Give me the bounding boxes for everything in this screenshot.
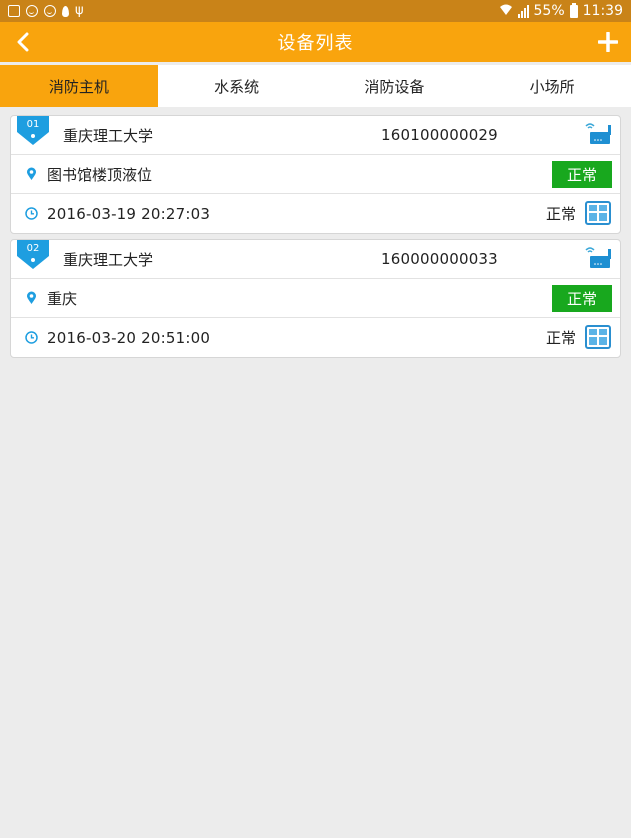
badge-number: 01 [26, 119, 40, 130]
device-header-row: 02 重庆理工大学 160000000033 [11, 240, 620, 279]
wireless-device-icon[interactable] [582, 122, 614, 148]
update-time: 2016-03-19 20:27:03 [47, 204, 211, 223]
state-text: 正常 [545, 205, 576, 223]
wifi-icon [499, 3, 513, 20]
badge-number: 02 [26, 243, 40, 254]
time-row: 2016-03-19 20:27:03 正常 [11, 194, 620, 233]
tab-fire-equipment[interactable]: 消防设备 [316, 65, 474, 107]
clock-icon [25, 331, 38, 344]
gallery-icon [8, 5, 20, 17]
control-panel-icon[interactable] [584, 324, 612, 350]
location-text: 图书馆楼顶液位 [47, 165, 153, 184]
unit-name: 重庆理工大学 [63, 126, 154, 145]
number-badge: 02 [15, 240, 51, 270]
update-time: 2016-03-20 20:51:00 [47, 328, 211, 347]
control-panel-icon[interactable] [584, 200, 612, 226]
battery-icon [569, 2, 578, 18]
face-icon [44, 5, 56, 17]
number-badge: 01 [15, 116, 51, 146]
page-title: 设备列表 [277, 33, 354, 54]
location-pin-icon [27, 167, 36, 180]
fire-icon [62, 5, 69, 17]
device-header-row: 01 重庆理工大学 160100000029 [11, 116, 620, 155]
location-pin-icon [27, 291, 36, 304]
face-icon [26, 5, 38, 17]
add-device-button[interactable] [595, 22, 621, 62]
device-card[interactable]: 01 重庆理工大学 160100000029 图书馆楼顶液位 正常 2016-0… [10, 115, 621, 234]
tab-small-venue[interactable]: 小场所 [473, 65, 631, 107]
system-indicators: 55% 11:39 [499, 2, 623, 20]
battery-percent: 55% [533, 3, 565, 19]
usb-icon: ψ [75, 3, 84, 18]
wireless-device-icon[interactable] [582, 246, 614, 272]
tab-fire-host[interactable]: 消防主机 [0, 65, 158, 107]
plus-icon [598, 32, 618, 52]
app-header: 设备列表 [0, 22, 631, 62]
chevron-left-icon [17, 32, 29, 52]
category-tabs: 消防主机 水系统 消防设备 小场所 [0, 65, 631, 107]
time-row: 2016-03-20 20:51:00 正常 [11, 318, 620, 357]
status-ok-button[interactable]: 正常 [552, 161, 612, 188]
state-text: 正常 [545, 329, 576, 347]
device-code: 160100000029 [381, 126, 498, 144]
device-card[interactable]: 02 重庆理工大学 160000000033 重庆 正常 2016-03-20 … [10, 239, 621, 358]
tab-water-system[interactable]: 水系统 [158, 65, 316, 107]
device-code: 160000000033 [381, 250, 498, 268]
status-ok-button[interactable]: 正常 [552, 285, 612, 312]
signal-icon [517, 4, 529, 18]
notification-icons: ψ [8, 3, 84, 18]
status-bar: ψ 55% 11:39 [0, 0, 631, 22]
location-row: 图书馆楼顶液位 正常 [11, 155, 620, 194]
unit-name: 重庆理工大学 [63, 250, 154, 269]
location-row: 重庆 正常 [11, 279, 620, 318]
back-button[interactable] [8, 22, 38, 62]
clock-time: 11:39 [582, 3, 623, 19]
location-text: 重庆 [47, 289, 78, 308]
clock-icon [25, 207, 38, 220]
